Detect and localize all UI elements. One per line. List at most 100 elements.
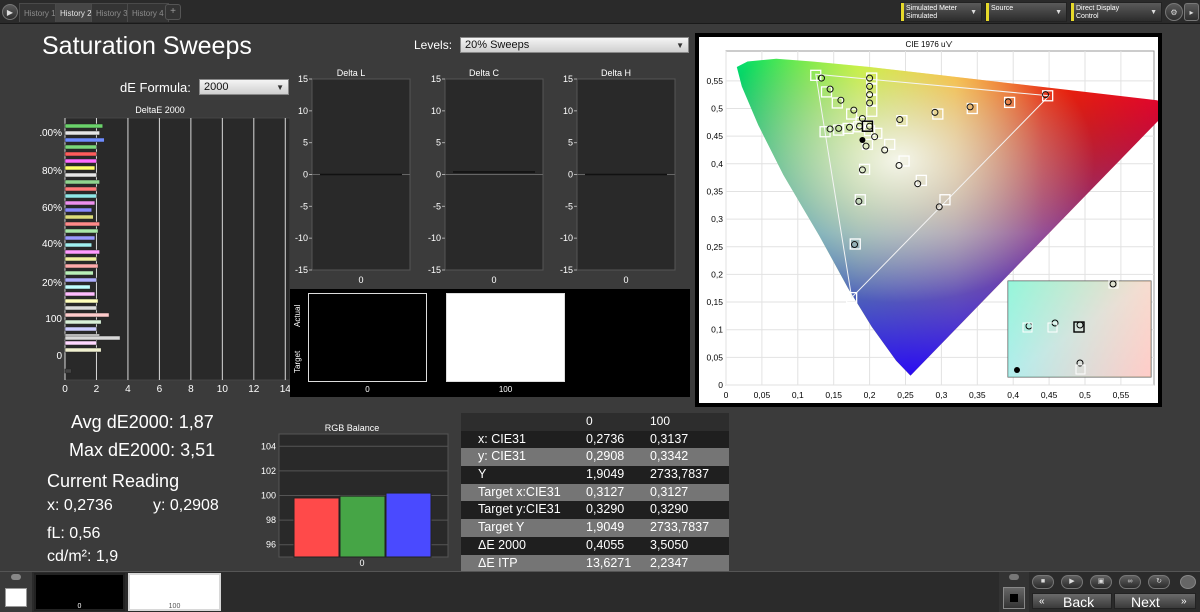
de-formula-label: dE Formula:	[120, 80, 191, 95]
stop-button[interactable]	[1003, 587, 1025, 609]
cie-xtick: 0,35	[969, 390, 986, 400]
delta-ytick: 5	[303, 138, 308, 148]
cie-ytick: 0	[718, 380, 723, 390]
deltae-ytick: 80%	[42, 166, 62, 177]
delta-ytick: -15	[295, 265, 308, 275]
sidebar-toggle-icon[interactable]: ▸	[1184, 3, 1199, 21]
cie-xtick: 0,5	[1079, 390, 1091, 400]
source-dropdown-label: Source	[991, 5, 1014, 12]
table-cell: 13,6271	[586, 555, 632, 570]
table-header-cell: 100	[650, 414, 671, 428]
gear-icon[interactable]: ⚙	[1165, 3, 1183, 21]
deltae-bar	[64, 228, 99, 234]
deltae-ytick: 60%	[42, 203, 62, 214]
play-small-icon[interactable]: ▶	[1061, 575, 1083, 589]
table-row: Y 1,9049 2733,7837	[461, 466, 729, 484]
deltae-bar	[64, 207, 92, 213]
levels-select[interactable]: 20% Sweeps ▼	[460, 37, 689, 53]
delta-ytick: -5	[433, 201, 441, 211]
deltae-chart: DeltaE 2000 0 2 4 6 8 10 12 14 100% 80% 60% 40% 20%…	[40, 105, 290, 395]
deltae-ytick: 40%	[42, 239, 62, 250]
current-reading-heading: Current Reading	[47, 471, 180, 491]
rgb-ytick: 96	[266, 540, 276, 550]
stop-small-icon[interactable]: ■	[1032, 575, 1054, 589]
deltae-bar	[64, 284, 91, 290]
deltae-bar	[64, 144, 97, 150]
meter-dropdown[interactable]: Simulated Meter Simulated ▼	[900, 2, 982, 22]
delta-ytick: -10	[560, 233, 573, 243]
delta-ytick: 15	[298, 74, 308, 84]
table-cell: 0,3290	[586, 502, 625, 517]
save-icon[interactable]: ▣	[1090, 575, 1112, 589]
table-cell: 0,3127	[586, 484, 625, 499]
delta-ytick: 10	[298, 106, 308, 116]
filmstrip-item-0[interactable]: 0	[34, 573, 125, 611]
deltae-xtick: 10	[217, 384, 229, 395]
cie-xtick: 0,3	[935, 390, 947, 400]
rgb-ytick: 102	[261, 466, 276, 476]
refresh-icon[interactable]: ↻	[1148, 575, 1170, 589]
table-cell: 0,2908	[586, 449, 625, 464]
actual-label: Actual	[293, 304, 302, 327]
de-formula-select[interactable]: 2000 ▼	[199, 79, 289, 95]
table-cell: 0,2736	[586, 431, 625, 446]
deltae-bar	[64, 263, 99, 269]
back-button[interactable]: « Back	[1032, 593, 1112, 609]
deltae-xtick: 6	[157, 384, 163, 395]
table-cell: 0,3290	[650, 502, 689, 517]
delta-ytick: -10	[428, 233, 441, 243]
table-cell: Target Y	[478, 520, 525, 535]
deltae-bar	[64, 214, 94, 220]
deltae-bar	[64, 172, 97, 178]
cie-ytick: 0,2	[711, 269, 723, 279]
delta-h-chart: Delta H 15 10 5 0 -5 -10 -15 0	[560, 68, 676, 285]
cie-ytick: 0,5	[711, 104, 723, 114]
current-swatch	[5, 588, 27, 607]
camera-icon[interactable]	[1009, 574, 1019, 580]
deltae-bar	[64, 319, 102, 325]
cie-xtick: 0,1	[792, 390, 804, 400]
meter-dropdown-line1: Simulated Meter	[906, 5, 957, 12]
camera-icon[interactable]	[11, 574, 21, 580]
rgb-bar	[293, 497, 340, 558]
deltae-bar	[64, 312, 110, 318]
delta-ytick: 0	[303, 170, 308, 180]
table-row: ΔE ITP 13,6271 2,2347	[461, 554, 729, 573]
deltae-xtick: 4	[125, 384, 131, 395]
filmstrip-label-100: 100	[168, 603, 181, 610]
deltae-bar	[64, 158, 97, 164]
deltae-bar	[64, 165, 96, 171]
play-icon[interactable]: ▶	[2, 4, 18, 20]
de-formula-value: 2000	[204, 81, 229, 93]
deltae-bar	[64, 221, 100, 227]
tab-history-4[interactable]: History 4	[127, 3, 169, 22]
cie-white-measured	[859, 137, 866, 144]
loop-icon[interactable]: ∞	[1119, 575, 1141, 589]
table-cell: 1,9049	[586, 520, 625, 535]
current-cdm2: cd/m²: 1,9	[47, 548, 119, 565]
next-label: Next	[1131, 594, 1160, 610]
deltae-bar	[64, 347, 102, 353]
deltae-bar	[64, 256, 97, 262]
delta-l-chart: Delta L 15 10 5 0 -5 -10 -15 0	[295, 68, 411, 285]
delta-l-title: Delta L	[337, 68, 366, 78]
filmstrip-item-100[interactable]: 100	[128, 573, 221, 611]
deltae-ytick: 20%	[42, 278, 62, 289]
table-row: y: CIE31 0,2908 0,3342	[461, 448, 729, 467]
cie-ytick: 0,55	[706, 76, 723, 86]
table-cell: 1,9049	[586, 467, 625, 482]
deltae-bar	[64, 186, 97, 192]
display-control-dropdown[interactable]: Direct Display Control ▼	[1070, 2, 1162, 22]
next-button[interactable]: Next »	[1114, 593, 1196, 609]
deltae-bar	[64, 270, 94, 276]
table-cell: y: CIE31	[478, 449, 526, 464]
deltae-bar	[64, 340, 97, 346]
add-tab-button[interactable]: +	[165, 4, 181, 20]
table-cell: 0,3137	[650, 431, 689, 446]
table-header-cell: 0	[586, 414, 593, 428]
source-dropdown[interactable]: Source ▼	[985, 2, 1067, 22]
delta-ytick: -10	[295, 233, 308, 243]
current-x: x: 0,2736	[47, 497, 113, 514]
info-icon[interactable]	[1180, 575, 1196, 589]
table-row: Target y:CIE31 0,3290 0,3290	[461, 501, 729, 520]
